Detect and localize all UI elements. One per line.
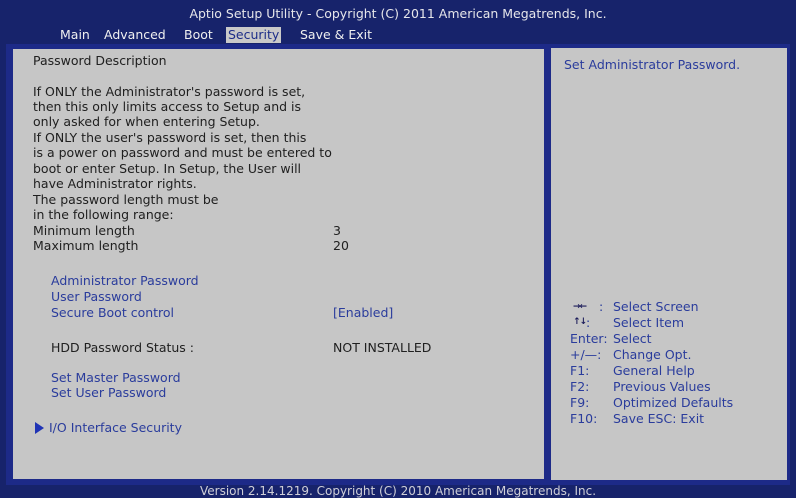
help-action: Select Item	[613, 315, 684, 330]
panel-divider	[547, 44, 550, 485]
help-key: :	[586, 315, 591, 330]
description-line: is a power on password and must be enter…	[33, 145, 332, 160]
password-description-heading: Password Description	[33, 53, 167, 68]
help-key: Enter:	[570, 331, 608, 346]
help-action: Select	[613, 331, 652, 346]
help-key: F10:	[570, 411, 598, 426]
description-line: If ONLY the Administrator's password is …	[33, 84, 306, 99]
hdd-password-status-value: NOT INSTALLED	[333, 340, 432, 355]
left-right-arrows-icon: →←	[573, 302, 587, 312]
min-length-value: 3	[333, 223, 341, 238]
window-title: Aptio Setup Utility - Copyright (C) 2011…	[189, 6, 607, 21]
secure-boot-control-item[interactable]: Secure Boot control	[51, 305, 174, 320]
set-user-password-item[interactable]: Set User Password	[51, 385, 166, 400]
description-line: in the following range:	[33, 207, 174, 222]
tab-boot[interactable]: Boot	[182, 27, 215, 43]
help-action: General Help	[613, 363, 695, 378]
submenu-arrow-icon	[35, 422, 44, 434]
up-down-arrows-icon: ↑↓	[573, 317, 587, 327]
help-key: :	[599, 299, 604, 314]
max-length-value: 20	[333, 238, 349, 253]
description-line: have Administrator rights.	[33, 176, 197, 191]
description-line: If ONLY the user's password is set, then…	[33, 130, 307, 145]
set-master-password-item[interactable]: Set Master Password	[51, 370, 181, 385]
help-key: F2:	[570, 379, 590, 394]
user-password-item[interactable]: User Password	[51, 289, 142, 304]
description-line: only asked for when entering Setup.	[33, 114, 260, 129]
help-action: Select Screen	[613, 299, 699, 314]
help-key: +/—:	[570, 347, 602, 362]
max-length-label: Maximum length	[33, 238, 139, 253]
io-interface-security-item[interactable]: I/O Interface Security	[49, 420, 182, 435]
description-line: boot or enter Setup. In Setup, the User …	[33, 161, 302, 176]
help-key: F1:	[570, 363, 590, 378]
description-line: The password length must be	[33, 192, 219, 207]
secure-boot-control-value[interactable]: [Enabled]	[333, 305, 393, 320]
description-line: then this only limits access to Setup an…	[33, 99, 302, 114]
tab-save-exit[interactable]: Save & Exit	[298, 27, 374, 43]
header-bar: Aptio Setup Utility - Copyright (C) 2011…	[0, 0, 796, 44]
help-action: Optimized Defaults	[613, 395, 734, 410]
help-action: Save ESC: Exit	[613, 411, 705, 426]
tab-security[interactable]: Security	[226, 27, 282, 43]
footer-version: Version 2.14.1219. Copyright (C) 2010 Am…	[199, 484, 597, 498]
administrator-password-item[interactable]: Administrator Password	[51, 273, 199, 288]
tab-advanced[interactable]: Advanced	[102, 27, 168, 43]
min-length-label: Minimum length	[33, 223, 135, 238]
help-action: Previous Values	[613, 379, 711, 394]
tab-main[interactable]: Main	[58, 27, 92, 43]
help-action: Change Opt.	[613, 347, 692, 362]
hdd-password-status-label: HDD Password Status :	[51, 340, 194, 355]
help-description: Set Administrator Password.	[564, 57, 741, 72]
help-key: F9:	[570, 395, 590, 410]
